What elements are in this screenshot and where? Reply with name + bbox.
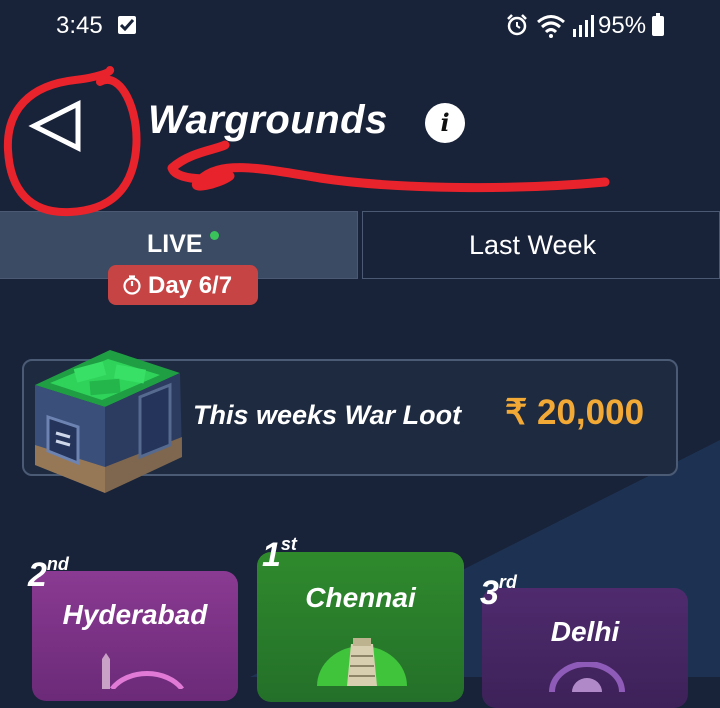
- india-gate-icon: [549, 662, 625, 692]
- tab-last-week-label: Last Week: [469, 230, 597, 260]
- back-triangle-icon[interactable]: [28, 96, 88, 156]
- day-badge: Day 6/7: [108, 265, 258, 305]
- temple-icon: [317, 638, 407, 686]
- rank-label-3: 3rd: [480, 572, 517, 612]
- city-name-delhi: Delhi: [550, 616, 620, 647]
- info-button[interactable]: i: [425, 103, 465, 143]
- city-name-chennai: Chennai: [305, 582, 416, 613]
- timer-icon: [123, 275, 141, 295]
- status-time: 3:45: [56, 12, 103, 39]
- war-loot-label: This weeks War Loot: [193, 400, 462, 430]
- tab-last-week[interactable]: Last Week: [362, 211, 720, 279]
- treasure-chest-icon: [35, 350, 182, 493]
- charminar-icon: [102, 653, 185, 689]
- live-indicator-dot: [210, 231, 219, 240]
- status-bar: 3:45 95%: [0, 0, 720, 56]
- battery-percent: 95%: [598, 12, 647, 39]
- rank-label-2: 2nd: [28, 554, 69, 594]
- day-badge-text: Day 6/7: [148, 272, 233, 299]
- city-name-hyderabad: Hyderabad: [62, 599, 208, 630]
- signal-icon: [573, 15, 594, 37]
- alarm-icon: [507, 14, 527, 36]
- tab-live-label: LIVE: [147, 230, 203, 258]
- battery-icon: [652, 13, 664, 36]
- page-title: Wargrounds: [148, 98, 388, 142]
- war-loot-amount: ₹ 20,000: [505, 393, 645, 432]
- notification-check-icon: [118, 16, 136, 34]
- wifi-icon: [537, 15, 565, 38]
- rank-label-1: 1st: [262, 534, 297, 574]
